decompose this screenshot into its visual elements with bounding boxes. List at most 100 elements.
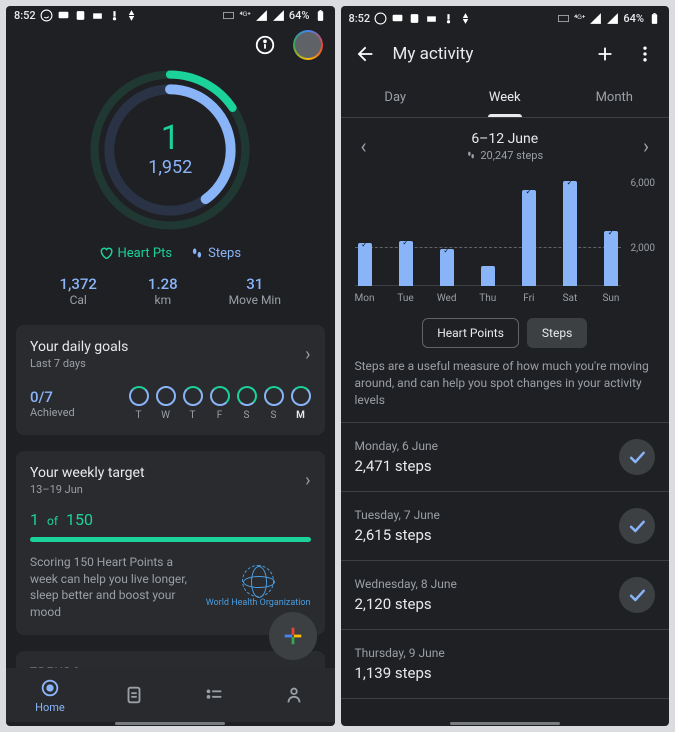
app-icon-3	[442, 12, 455, 25]
signal-icon	[589, 12, 602, 25]
avatar[interactable]	[293, 30, 323, 60]
whatsapp-icon	[40, 9, 53, 22]
chevron-right-icon: ›	[305, 470, 310, 491]
home-screen: 8:52 ⁴ᴳ⁺ 64%	[6, 6, 335, 726]
range-title: 6–12 June	[471, 131, 538, 147]
signal-icon	[255, 9, 268, 22]
daily-goals-card[interactable]: Your daily goals Last 7 days › 0/7 Achie…	[16, 325, 325, 435]
bar-mon[interactable]: ✓	[355, 243, 375, 286]
next-week-icon[interactable]: ›	[637, 128, 655, 164]
app-icon-4	[459, 12, 472, 25]
metric-chips: Heart Points Steps	[341, 304, 670, 358]
bar-fri[interactable]: ✓	[519, 190, 539, 286]
range-subtitle: 20,247 steps	[466, 149, 543, 162]
add-icon[interactable]	[593, 42, 617, 66]
daily-fraction: 0/7	[30, 388, 75, 406]
nav-home[interactable]: Home	[35, 677, 65, 714]
clock: 8:52	[349, 12, 371, 25]
bar-sat[interactable]: ✓	[560, 181, 580, 286]
day-row[interactable]: Tuesday, 7 June 2,615 steps	[341, 492, 670, 561]
y-tick-6000: 6,000	[631, 178, 655, 189]
fab-add[interactable]	[269, 612, 317, 660]
tab-day[interactable]: Day	[341, 78, 451, 117]
app-icon-1	[408, 12, 421, 25]
activity-ring[interactable]: 1 1,952 Heart Pts Steps 1,372 Cal 1.28 k…	[6, 64, 335, 317]
app-icon-2	[91, 9, 104, 22]
message-icon	[57, 9, 70, 22]
more-icon[interactable]	[633, 42, 657, 66]
check-icon	[619, 439, 655, 475]
chip-steps[interactable]: Steps	[527, 318, 587, 348]
activity-screen: 8:52 ⁴ᴳ⁺ 64% My activity	[341, 6, 670, 726]
gesture-handle[interactable]	[115, 722, 225, 725]
check-icon	[619, 508, 655, 544]
status-bar: 8:52 ⁴ᴳ⁺ 64%	[6, 6, 335, 25]
info-icon[interactable]	[253, 33, 277, 57]
check-icon	[619, 577, 655, 613]
app-icon-1	[74, 9, 87, 22]
bar-tue[interactable]: ✓	[396, 241, 416, 286]
weekly-subtitle: 13–19 Jun	[30, 483, 145, 496]
heart-legend: Heart Pts	[99, 246, 172, 261]
chevron-right-icon: ›	[305, 344, 310, 365]
signal-icon-2	[606, 12, 619, 25]
steps-value: 1,952	[148, 157, 192, 178]
steps-legend: Steps	[190, 246, 241, 261]
volte-icon	[557, 12, 570, 25]
period-tabs: Day Week Month	[341, 78, 670, 118]
app-icon-3	[108, 9, 121, 22]
chip-heart-points[interactable]: Heart Points	[422, 318, 519, 348]
stat-movemin[interactable]: 31 Move Min	[229, 275, 281, 307]
stat-km[interactable]: 1.28 km	[148, 275, 178, 307]
prev-week-icon[interactable]: ‹	[355, 128, 373, 164]
steps-legend-label: Steps	[208, 246, 241, 261]
weekly-progress	[30, 537, 311, 542]
metric-description: Steps are a useful measure of how much y…	[341, 358, 670, 423]
daily-goals-title: Your daily goals	[30, 339, 128, 355]
daily-achieved: Achieved	[30, 406, 75, 419]
signal-icon-2	[272, 9, 285, 22]
message-icon	[391, 12, 404, 25]
plus-icon	[282, 625, 304, 647]
heart-legend-label: Heart Pts	[117, 246, 172, 261]
app-icon-4	[125, 9, 138, 22]
day-row[interactable]: Wednesday, 8 June 2,120 steps	[341, 561, 670, 630]
day-row[interactable]: Monday, 6 June 2,471 steps	[341, 423, 670, 492]
app-icon-2	[425, 12, 438, 25]
nav-browse[interactable]	[203, 684, 225, 706]
home-appbar	[6, 25, 335, 64]
nav-profile[interactable]	[283, 684, 305, 706]
weekly-target-card[interactable]: Your weekly target 13–19 Jun › 1 of 150 …	[16, 451, 325, 635]
bottom-nav: Home	[6, 668, 335, 722]
battery-icon	[314, 9, 327, 22]
day-row[interactable]: Thursday, 9 June 1,139 steps	[341, 630, 670, 699]
network-text: ⁴ᴳ⁺	[239, 10, 250, 21]
page-title: My activity	[393, 44, 474, 64]
activity-appbar: My activity	[341, 30, 670, 78]
weekly-goal: 150	[66, 510, 93, 529]
gesture-handle[interactable]	[450, 722, 560, 725]
tab-week[interactable]: Week	[450, 78, 560, 117]
tab-month[interactable]: Month	[560, 78, 670, 117]
status-bar: 8:52 ⁴ᴳ⁺ 64%	[341, 6, 670, 30]
clock: 8:52	[14, 9, 36, 22]
bar-sun[interactable]: ✓	[601, 231, 621, 286]
nav-journal[interactable]	[123, 684, 145, 706]
range-selector: ‹ 6–12 June 20,247 steps ›	[341, 118, 670, 170]
back-icon[interactable]	[353, 42, 377, 66]
daily-days: T W T F S S M	[89, 386, 311, 421]
battery-text: 64%	[623, 12, 644, 25]
day-list: Monday, 6 June 2,471 steps Tuesday, 7 Ju…	[341, 423, 670, 699]
y-tick-2000: 2,000	[631, 243, 655, 254]
bar-wed[interactable]: ✓	[437, 249, 457, 286]
stat-cal[interactable]: 1,372 Cal	[59, 275, 96, 307]
who-badge: World Health Organization	[206, 565, 311, 609]
whatsapp-icon	[374, 12, 387, 25]
weekly-title: Your weekly target	[30, 465, 145, 481]
heart-points-value: 1	[161, 121, 180, 155]
battery-text: 64%	[289, 9, 310, 22]
steps-bar-chart[interactable]: 6,000 2,000 ✓✓✓✓✓✓ MonTueWedThuFriSatSun	[355, 174, 656, 304]
bar-thu[interactable]	[478, 266, 498, 286]
volte-icon	[222, 9, 235, 22]
battery-icon	[648, 12, 661, 25]
